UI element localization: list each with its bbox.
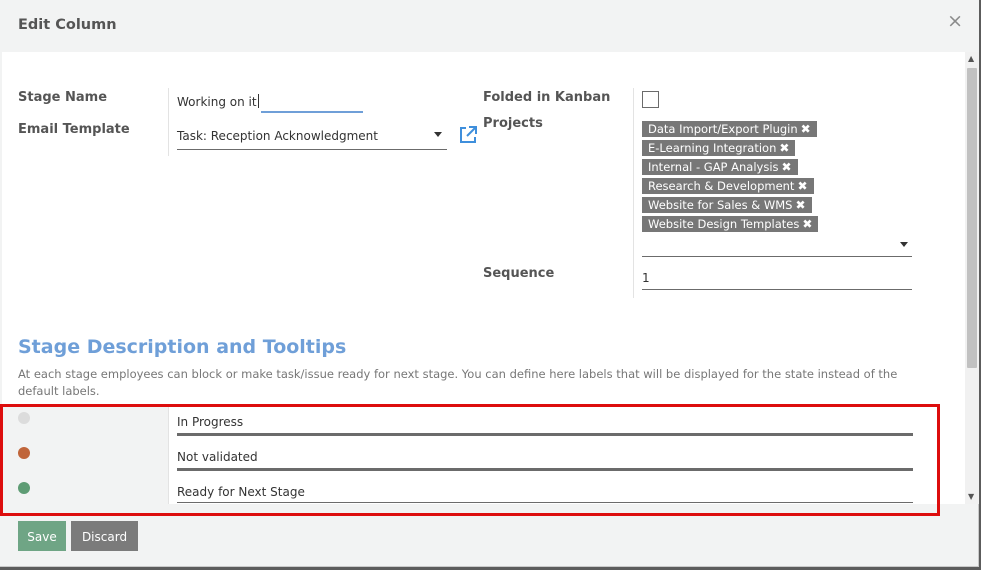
sequence-input[interactable]: 1 xyxy=(642,271,650,285)
email-template-select[interactable]: Task: Reception Acknowledgment xyxy=(177,129,378,143)
scroll-thumb[interactable] xyxy=(967,68,977,368)
state-dot-done xyxy=(18,482,30,494)
save-button[interactable]: Save xyxy=(18,521,66,551)
right-separator xyxy=(633,88,634,298)
chevron-down-icon[interactable] xyxy=(900,242,908,247)
tag-label: Data Import/Export Plugin xyxy=(648,122,798,136)
stage-name-input[interactable]: Working on it xyxy=(177,95,257,109)
email-template-underline xyxy=(177,149,447,150)
legend-done-input[interactable]: Ready for Next Stage xyxy=(177,485,305,499)
stage-name-underline xyxy=(261,111,363,113)
dialog-header: Edit Column × xyxy=(0,0,979,52)
remove-icon[interactable]: ✖ xyxy=(801,122,811,136)
projects-dropdown-underline[interactable] xyxy=(642,256,912,257)
states-separator xyxy=(168,407,169,504)
left-separator xyxy=(168,88,169,156)
legend-blocked-input[interactable]: Not validated xyxy=(177,450,258,464)
tag-label: Internal - GAP Analysis xyxy=(648,160,779,174)
sequence-label: Sequence xyxy=(483,266,555,281)
legend-blocked-underline xyxy=(177,468,913,471)
stage-name-label: Stage Name xyxy=(18,90,108,105)
discard-button[interactable]: Discard xyxy=(71,521,138,551)
remove-icon[interactable]: ✖ xyxy=(779,141,789,155)
state-dot-blocked xyxy=(18,447,30,459)
legend-normal-underline xyxy=(177,433,913,436)
email-template-label: Email Template xyxy=(18,122,130,137)
project-tag: E-Learning Integration ✖ xyxy=(642,140,796,156)
scroll-up-icon[interactable]: ▲ xyxy=(968,55,974,63)
tag-label: Website for Sales & WMS xyxy=(648,198,793,212)
states-label-column xyxy=(2,407,168,504)
project-tag: Internal - GAP Analysis ✖ xyxy=(642,159,798,175)
remove-icon[interactable]: ✖ xyxy=(782,160,792,174)
external-link-icon[interactable] xyxy=(458,125,478,145)
project-tag: Research & Development ✖ xyxy=(642,178,814,194)
edit-column-dialog: Edit Column × Stage Name Email Template … xyxy=(0,0,979,567)
folded-in-kanban-checkbox[interactable] xyxy=(642,91,659,108)
state-dot-normal xyxy=(18,412,30,424)
project-tag: Data Import/Export Plugin ✖ xyxy=(642,121,817,137)
text-caret xyxy=(258,94,259,108)
remove-icon[interactable]: ✖ xyxy=(802,217,812,231)
folded-in-kanban-label: Folded in Kanban xyxy=(483,90,611,105)
legend-done-underline xyxy=(177,502,913,503)
scroll-down-icon[interactable]: ▼ xyxy=(968,493,974,501)
legend-normal-input[interactable]: In Progress xyxy=(177,415,243,429)
project-tag: Website for Sales & WMS ✖ xyxy=(642,197,812,213)
close-icon[interactable]: × xyxy=(947,12,963,31)
tag-label: Website Design Templates xyxy=(648,217,800,231)
tag-label: Research & Development xyxy=(648,179,795,193)
remove-icon[interactable]: ✖ xyxy=(797,179,807,193)
sequence-underline xyxy=(642,289,912,290)
section-help-text: At each stage employees can block or mak… xyxy=(18,367,898,398)
section-title: Stage Description and Tooltips xyxy=(18,336,347,358)
projects-label: Projects xyxy=(483,116,543,131)
tag-label: E-Learning Integration xyxy=(648,141,777,155)
body-scrollbar[interactable]: ▲ ▼ xyxy=(965,52,979,504)
dialog-title: Edit Column xyxy=(18,17,117,33)
project-tag: Website Design Templates ✖ xyxy=(642,216,819,232)
remove-icon[interactable]: ✖ xyxy=(795,198,805,212)
chevron-down-icon[interactable] xyxy=(434,132,442,137)
dialog-body: Stage Name Email Template Working on it … xyxy=(2,52,965,504)
